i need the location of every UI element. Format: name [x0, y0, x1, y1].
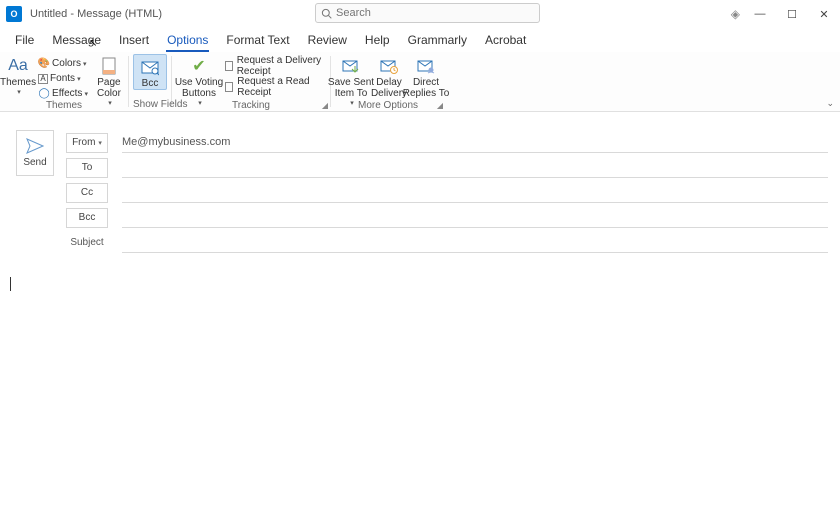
voting-label: Use Voting Buttons [175, 77, 223, 99]
themes-label: Themes [0, 77, 36, 88]
subject-label: Subject [66, 233, 108, 253]
bcc-label: Bcc [142, 78, 159, 89]
to-button[interactable]: To [66, 158, 108, 178]
from-label: From [72, 137, 95, 148]
subject-field[interactable] [122, 233, 828, 253]
group-show-fields: Bcc Show Fields [129, 52, 171, 111]
group-more-options: Save Sent Item To Delay Delivery Direct … [331, 52, 445, 111]
fonts-button[interactable]: A Fonts [35, 71, 91, 86]
bcc-button[interactable]: Bcc [66, 208, 108, 228]
themes-button[interactable]: Aa Themes [1, 54, 35, 96]
tab-help[interactable]: Help [356, 29, 399, 52]
minimize-button[interactable]: — [744, 0, 776, 28]
delivery-receipt-label: Request a Delivery Receipt [237, 55, 323, 77]
from-value: Me@mybusiness.com [122, 136, 230, 148]
delay-delivery-button[interactable]: Delay Delivery [371, 54, 407, 99]
fonts-icon: A [38, 74, 48, 84]
tracking-launcher-icon[interactable]: ◢ [322, 101, 328, 110]
menu-bar: File Message Insert Options Format Text … [0, 28, 840, 52]
delay-icon [379, 56, 399, 76]
tab-insert[interactable]: Insert [110, 29, 158, 52]
tab-format-text[interactable]: Format Text [217, 29, 298, 52]
group-tracking: ✔ Use Voting Buttons Request a Delivery … [172, 52, 330, 111]
message-body[interactable] [16, 277, 828, 294]
page-color-label: Page Color [97, 77, 121, 99]
send-icon [26, 138, 44, 154]
collapse-ribbon-icon[interactable]: ⌄ [826, 98, 834, 109]
tab-file[interactable]: File [6, 29, 43, 52]
group-label-show-fields: Show Fields [133, 99, 167, 111]
direct-replies-button[interactable]: Direct Replies To [407, 54, 445, 99]
bcc-icon [140, 57, 160, 77]
tab-options[interactable]: Options [158, 29, 217, 52]
close-button[interactable]: ✕ [808, 0, 840, 28]
effects-label: Effects [52, 88, 82, 99]
delivery-receipt-checkbox[interactable]: Request a Delivery Receipt [222, 58, 326, 73]
send-label: Send [23, 157, 46, 168]
group-themes: Aa Themes 🎨 Colors A Fonts ◯ Effects [0, 52, 128, 111]
chevron-down-icon: ▾ [98, 139, 102, 147]
voting-icon: ✔ [189, 56, 209, 76]
group-label-themes: Themes [4, 100, 124, 112]
checkbox-icon [225, 82, 233, 92]
titlebar: O Untitled - Message (HTML) ◈ — ☐ ✕ [0, 0, 840, 28]
effects-button[interactable]: ◯ Effects [35, 86, 91, 101]
colors-label: Colors [52, 58, 81, 69]
colors-icon: 🎨 [38, 58, 50, 70]
more-options-launcher-icon[interactable]: ◢ [437, 101, 443, 110]
send-button[interactable]: Send [16, 130, 54, 176]
delay-label: Delay Delivery [371, 77, 407, 99]
effects-icon: ◯ [38, 88, 50, 100]
premium-icon[interactable]: ◈ [731, 7, 740, 21]
from-field[interactable]: Me@mybusiness.com [122, 133, 828, 153]
text-cursor-icon [10, 277, 11, 291]
save-sent-label: Save Sent Item To [328, 77, 374, 99]
group-label-tracking: Tracking [176, 100, 326, 112]
read-receipt-label: Request a Read Receipt [237, 76, 323, 98]
from-button[interactable]: From ▾ [66, 133, 108, 153]
read-receipt-checkbox[interactable]: Request a Read Receipt [222, 79, 326, 94]
search-box[interactable] [315, 3, 540, 23]
tab-acrobat[interactable]: Acrobat [476, 29, 535, 52]
header-fields: From ▾ Me@mybusiness.com To Cc Bcc Subje… [66, 130, 828, 255]
cc-field[interactable] [122, 183, 828, 203]
window-title: Untitled - Message (HTML) [30, 8, 162, 20]
save-sent-icon [341, 56, 361, 76]
window-controls: — ☐ ✕ [744, 0, 840, 28]
tab-grammarly[interactable]: Grammarly [399, 29, 476, 52]
ribbon: Aa Themes 🎨 Colors A Fonts ◯ Effects [0, 52, 840, 112]
search-input[interactable] [336, 7, 539, 19]
direct-replies-label: Direct Replies To [403, 77, 450, 99]
colors-button[interactable]: 🎨 Colors [35, 56, 91, 71]
direct-replies-icon [416, 56, 436, 76]
outlook-app-icon: O [6, 6, 22, 22]
tab-message[interactable]: Message [43, 29, 110, 52]
bcc-toggle-button[interactable]: Bcc [133, 54, 167, 90]
bcc-field[interactable] [122, 208, 828, 228]
maximize-button[interactable]: ☐ [776, 0, 808, 28]
compose-area: Send From ▾ Me@mybusiness.com To Cc Bcc … [0, 112, 840, 294]
themes-icon: Aa [8, 56, 28, 76]
page-color-icon [99, 56, 119, 76]
group-label-more-options: More Options [335, 100, 441, 112]
checkbox-icon [225, 61, 233, 71]
fonts-label: Fonts [50, 73, 75, 84]
to-field[interactable] [122, 158, 828, 178]
tab-review[interactable]: Review [299, 29, 356, 52]
search-icon [316, 8, 336, 19]
cc-button[interactable]: Cc [66, 183, 108, 203]
